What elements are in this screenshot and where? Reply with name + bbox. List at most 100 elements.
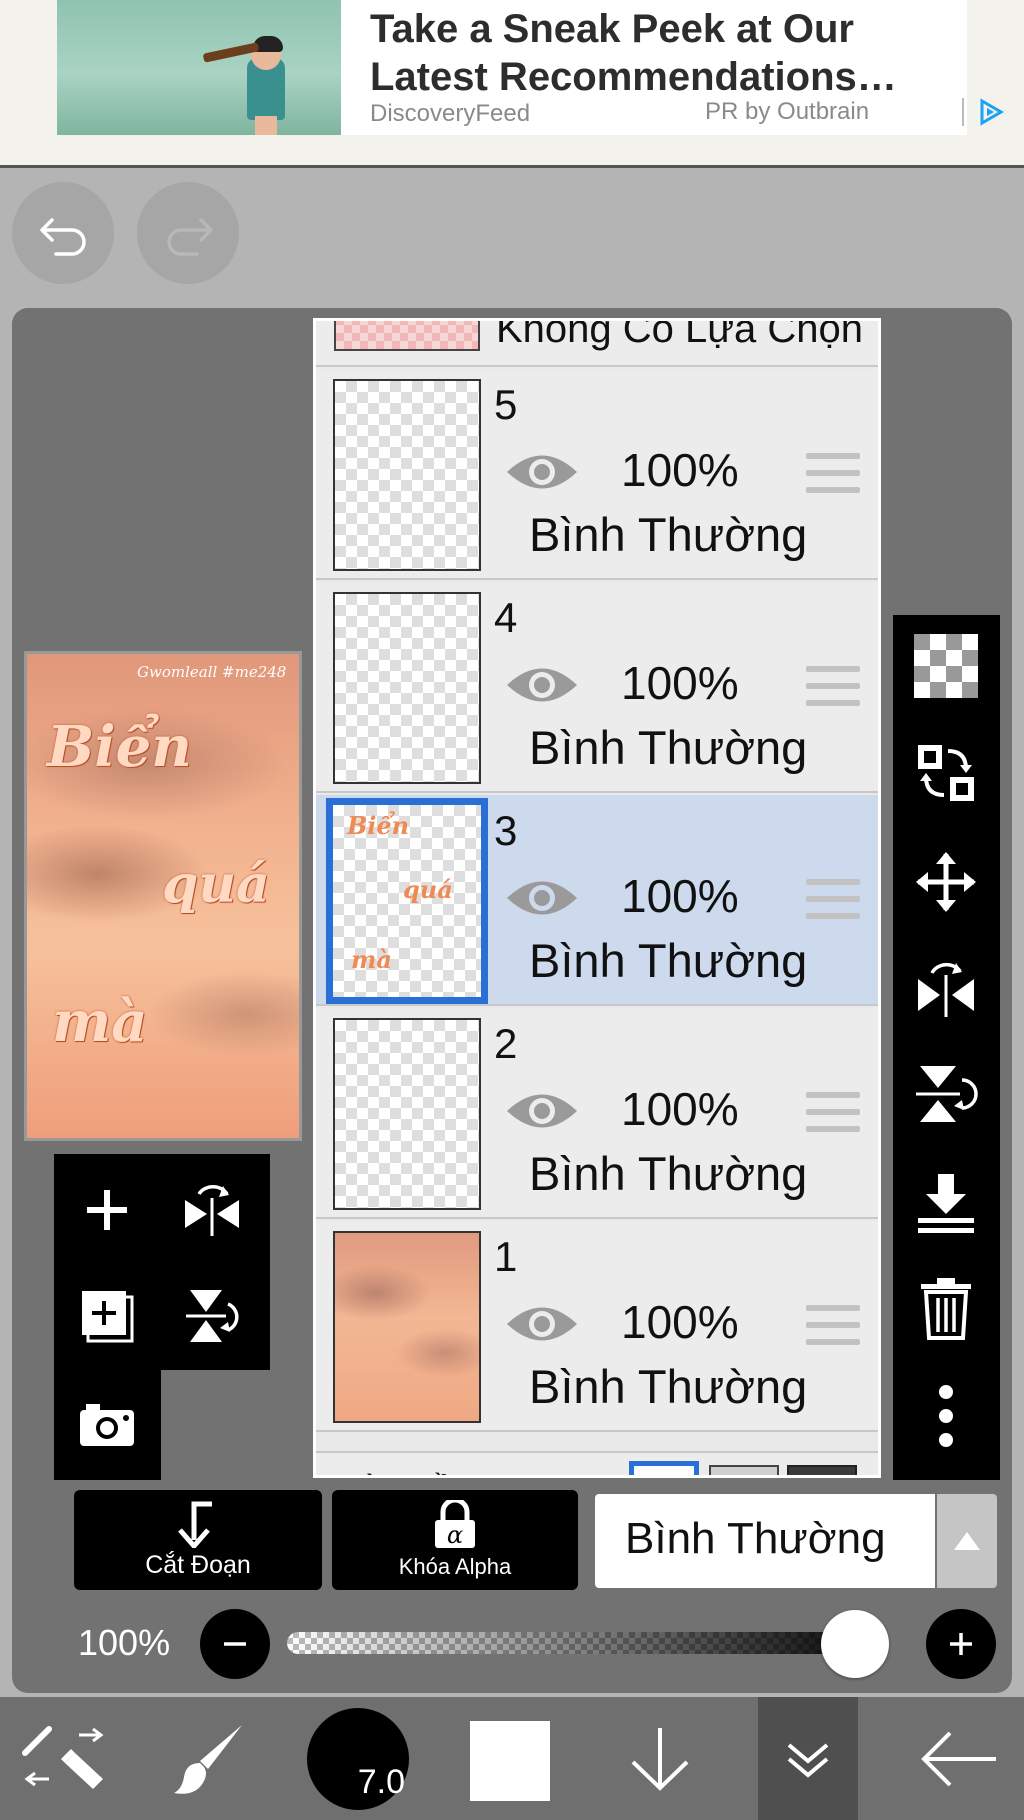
- selection-none-row[interactable]: Không Có Lựa Chọn: [316, 321, 878, 367]
- ad-separator: [962, 98, 964, 126]
- add-copy-layer-button[interactable]: [67, 1276, 147, 1356]
- alpha-lock-button[interactable]: α Khóa Alpha: [332, 1490, 578, 1590]
- brush-eraser-switch-icon: [22, 1725, 104, 1789]
- flip-layer-vertical-button[interactable]: [905, 1053, 987, 1135]
- alpha-lock-label: Khóa Alpha: [398, 1554, 512, 1579]
- flip-horizontal-icon: [918, 962, 974, 1017]
- layer-blend-mode: Bình Thường: [529, 1147, 808, 1200]
- eye-icon[interactable]: [504, 449, 580, 495]
- back-button[interactable]: [910, 1697, 1010, 1820]
- flip-horizontal-icon: [185, 1185, 239, 1236]
- adchoices-icon[interactable]: [977, 98, 1005, 126]
- ad-image[interactable]: [57, 0, 341, 135]
- copy-layer-icon: [82, 1291, 134, 1343]
- more-options-button[interactable]: [905, 1375, 987, 1457]
- ad-sponsor[interactable]: PR by Outbrain: [705, 98, 869, 126]
- layer-blend-mode: Bình Thường: [529, 1360, 808, 1413]
- ad-banner[interactable]: Take a Sneak Peek at Our Latest Recommen…: [0, 0, 1024, 168]
- layer-opacity: 100%: [621, 1296, 739, 1348]
- blend-mode-value: Bình Thường: [625, 1514, 886, 1563]
- brush-size-button[interactable]: 7.0: [307, 1708, 409, 1810]
- flip-vertical-button[interactable]: [172, 1276, 252, 1356]
- flip-horizontal-button[interactable]: [172, 1170, 252, 1250]
- eye-icon[interactable]: [504, 1088, 580, 1134]
- background-dark-swatch[interactable]: [787, 1465, 857, 1475]
- layer-row[interactable]: 4 100% Bình Thường: [316, 582, 878, 793]
- drag-handle-icon[interactable]: [806, 879, 860, 921]
- thumbnail-word: Biển: [347, 811, 410, 840]
- layer-thumbnail: [333, 1231, 481, 1423]
- opacity-label: 100%: [78, 1622, 171, 1663]
- layer-panel-toggle-button[interactable]: [758, 1697, 858, 1820]
- lock-icon: α: [435, 1500, 475, 1549]
- layer-number: 5: [494, 381, 518, 428]
- brush-tool-button[interactable]: [160, 1697, 260, 1820]
- eye-icon[interactable]: [504, 1301, 580, 1347]
- background-color-label: Màu Nền: [334, 1469, 472, 1475]
- layer-number: 2: [494, 1020, 518, 1067]
- canvas-preview[interactable]: Gwomleall #me248 Biển quá mà: [24, 651, 302, 1141]
- add-layer-button[interactable]: [67, 1170, 147, 1250]
- background-color-row[interactable]: Màu Nền: [316, 1451, 878, 1475]
- opacity-slider-knob[interactable]: [821, 1610, 889, 1678]
- blend-mode-dropdown-arrow-icon[interactable]: [937, 1494, 997, 1588]
- color-swatch-button[interactable]: [470, 1721, 550, 1801]
- camera-button[interactable]: [67, 1384, 147, 1464]
- ad-title[interactable]: Take a Sneak Peek at Our Latest Recommen…: [370, 5, 960, 101]
- drag-handle-icon[interactable]: [806, 453, 860, 495]
- layer-row[interactable]: 5 100% Bình Thường: [316, 369, 878, 580]
- eye-icon[interactable]: [504, 662, 580, 708]
- layer-number: 4: [494, 594, 518, 641]
- layer-opacity: 100%: [621, 444, 739, 496]
- move-button[interactable]: [905, 841, 987, 923]
- selection-none-label: Không Có Lựa Chọn: [496, 321, 864, 351]
- thumbnail-word: quá: [403, 875, 453, 904]
- drag-handle-icon[interactable]: [806, 1092, 860, 1134]
- preview-signature: Gwomleall #me248: [137, 663, 287, 681]
- merge-down-button[interactable]: [905, 1161, 987, 1243]
- layer-list[interactable]: Không Có Lựa Chọn 5 100% Bình Thường 4 1…: [313, 318, 881, 1478]
- layer-down-button[interactable]: [610, 1697, 710, 1820]
- opacity-decrease-button[interactable]: [200, 1609, 270, 1679]
- layer-left-tools: [54, 1154, 270, 1480]
- more-vertical-icon: [939, 1385, 953, 1447]
- layer-thumbnail: [333, 379, 481, 571]
- background-checker-swatch[interactable]: [709, 1465, 779, 1475]
- layer-right-tools: [893, 615, 1000, 1480]
- redo-icon: [167, 218, 213, 256]
- tool-switch-button[interactable]: [14, 1697, 114, 1820]
- blend-mode-select[interactable]: Bình Thường: [595, 1494, 935, 1588]
- layer-blend-mode: Bình Thường: [529, 934, 808, 987]
- arrow-down-icon: [631, 1727, 689, 1791]
- redo-button[interactable]: [137, 182, 239, 284]
- opacity-slider-track[interactable]: [287, 1632, 887, 1654]
- drag-handle-icon[interactable]: [806, 1305, 860, 1347]
- transparency-button[interactable]: [905, 625, 987, 707]
- minus-icon: [224, 1642, 246, 1646]
- delete-layer-button[interactable]: [905, 1268, 987, 1350]
- flip-layer-horizontal-button[interactable]: [905, 947, 987, 1029]
- opacity-increase-button[interactable]: [926, 1609, 996, 1679]
- ad-card[interactable]: Take a Sneak Peek at Our Latest Recommen…: [57, 0, 1004, 135]
- clipping-button[interactable]: Cắt Đoạn: [74, 1490, 322, 1590]
- layer-row[interactable]: 2 100% Bình Thường: [316, 1008, 878, 1219]
- flip-vertical-icon: [186, 1290, 239, 1342]
- merge-down-icon: [918, 1174, 974, 1233]
- drag-handle-icon[interactable]: [806, 666, 860, 708]
- undo-button[interactable]: [12, 182, 114, 284]
- plus-icon: [950, 1633, 972, 1655]
- layer-number: 3: [494, 807, 518, 854]
- swap-layer-button[interactable]: [905, 732, 987, 814]
- layer-thumbnail: Biển quá mà: [326, 798, 488, 1004]
- double-chevron-down-icon: [787, 1742, 829, 1778]
- eye-icon[interactable]: [504, 875, 580, 921]
- layer-row-selected[interactable]: Biển quá mà 3 100% Bình Thường: [316, 795, 878, 1006]
- preview-word: mà: [52, 989, 148, 1055]
- background-white-swatch[interactable]: [629, 1461, 699, 1475]
- thumbnail-word: mà: [351, 945, 392, 974]
- flip-vertical-icon: [916, 1066, 978, 1122]
- layer-row[interactable]: 1 100% Bình Thường: [316, 1221, 878, 1432]
- selection-thumbnail: [334, 321, 480, 351]
- ad-source: DiscoveryFeed: [370, 100, 531, 127]
- camera-icon: [80, 1404, 134, 1446]
